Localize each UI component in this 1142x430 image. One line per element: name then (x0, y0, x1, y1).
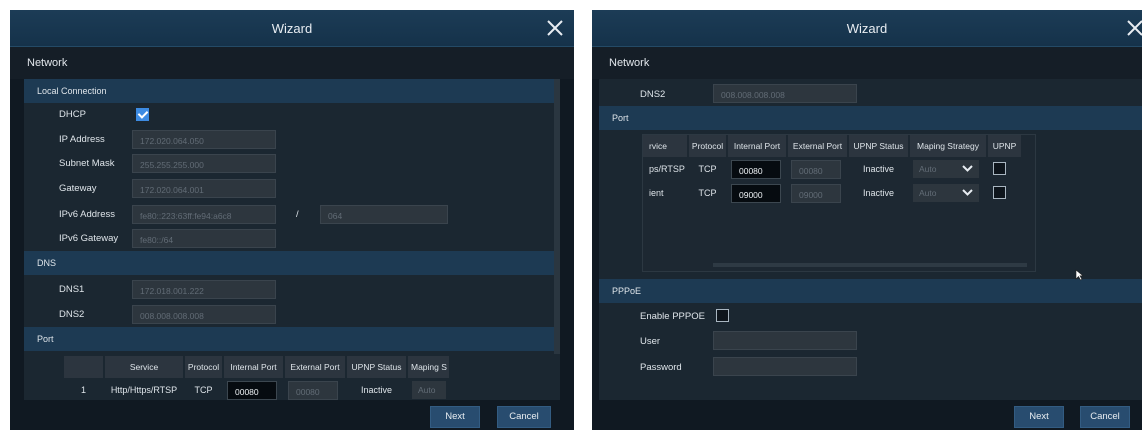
page-title: Network (609, 57, 650, 69)
section-title: Local Connection (37, 86, 107, 96)
user-label: User (640, 336, 661, 347)
subnet-mask-field[interactable]: 255.255.255.000 (132, 154, 276, 173)
mapping-strategy-select[interactable]: Auto (913, 160, 979, 178)
table-header-cell: UPNP (988, 135, 1021, 157)
ipv6-gateway-field[interactable]: fe80::/64 (132, 229, 276, 248)
section-title: DNS (37, 258, 57, 268)
table-header-cell: UPNP Status (849, 135, 908, 157)
table-cell-num: 1 (80, 385, 86, 395)
next-button[interactable]: Next (1014, 406, 1064, 428)
table-header-cell: Service (105, 356, 183, 378)
ip-address-field[interactable]: 172.020.064.050 (132, 130, 276, 149)
table-cell-protocol: TCP (698, 164, 717, 174)
scrollbar[interactable] (554, 79, 560, 354)
subnet-mask-label: Subnet Mask (59, 158, 115, 169)
dns2-label: DNS2 (640, 89, 666, 100)
mouse-pointer-icon (1075, 269, 1084, 281)
mapping-strategy-select[interactable]: Auto (913, 184, 979, 202)
chevron-down-icon (962, 165, 973, 172)
internal-port-field[interactable]: 00080 (731, 160, 781, 179)
dns2-field[interactable]: 008.008.008.008 (713, 84, 857, 103)
section-pppoe: PPPoE (599, 279, 1142, 303)
chevron-down-icon (962, 189, 973, 196)
gateway-label: Gateway (59, 183, 97, 194)
internal-port-field[interactable]: 00080 (227, 381, 277, 400)
table-header-cell: External Port (788, 135, 847, 157)
password-field[interactable] (713, 357, 857, 376)
dns2-label: DNS2 (59, 309, 85, 320)
network-settings-panel: Local Connection DHCP IP Address 172.020… (24, 79, 560, 430)
table-cell-status: Inactive (862, 164, 895, 174)
enable-pppoe-checkbox[interactable] (716, 309, 729, 322)
table-cell-status: Inactive (862, 188, 895, 198)
table-cell-status: Inactive (360, 385, 393, 395)
table-header-cell: Internal Port (224, 356, 283, 378)
dhcp-checkbox[interactable] (136, 108, 149, 121)
upnp-checkbox[interactable] (993, 162, 1006, 175)
port-table: rvice Protocol Internal Port External Po… (642, 134, 1036, 272)
internal-port-field[interactable]: 09000 (731, 184, 781, 203)
enable-pppoe-label: Enable PPPOE (640, 311, 705, 322)
external-port-field[interactable]: 00080 (288, 381, 338, 400)
table-header-cell: Maping S (408, 356, 449, 378)
upnp-checkbox[interactable] (993, 186, 1006, 199)
title-bar: Wizard (10, 10, 574, 47)
title-bar: Wizard (592, 10, 1142, 47)
page-header: Network (592, 47, 1142, 79)
prefix-separator: / (296, 209, 299, 220)
network-settings-panel: DNS2 008.008.008.008 Port rvice Protocol… (599, 79, 1142, 430)
table-cell-service: ps/RTSP (649, 164, 685, 174)
gateway-field[interactable]: 172.020.064.001 (132, 179, 276, 198)
section-dns: DNS (24, 251, 560, 275)
table-header-cell: rvice (643, 135, 687, 157)
mapping-strategy-select[interactable]: Auto (412, 381, 446, 399)
window-title: Wizard (846, 21, 888, 36)
close-icon[interactable] (1124, 17, 1142, 39)
section-title: Port (612, 113, 629, 123)
footer-bar (10, 400, 574, 430)
table-cell-service: Http/Https/RTSP (110, 385, 178, 395)
dhcp-label: DHCP (59, 109, 86, 120)
ipv6-address-field[interactable]: fe80::223:63ff:fe94:a6c8 (132, 205, 276, 224)
table-header-cell: Maping Strategy (910, 135, 986, 157)
external-port-field[interactable]: 09000 (791, 184, 841, 203)
next-button[interactable]: Next (430, 406, 480, 428)
dns2-field[interactable]: 008.008.008.008 (132, 305, 276, 324)
password-label: Password (640, 362, 682, 373)
section-title: Port (37, 334, 54, 344)
select-value: Auto (919, 164, 937, 174)
ipv6-gateway-label: IPv6 Gateway (59, 233, 119, 244)
cancel-button[interactable]: Cancel (497, 406, 551, 428)
table-header-cell: UPNP Status (347, 356, 406, 378)
section-port: Port (599, 106, 1142, 130)
close-icon[interactable] (544, 17, 566, 39)
table-cell-protocol: TCP (194, 385, 213, 395)
table-header-cell: Internal Port (728, 135, 786, 157)
table-header-cell: External Port (285, 356, 345, 378)
ipv6-prefix-field[interactable]: 064 (320, 205, 448, 224)
ipv6-address-label: IPv6 Address (59, 209, 115, 220)
section-local-connection: Local Connection (24, 79, 560, 103)
select-value: Auto (418, 385, 436, 395)
page-header: Network (10, 47, 574, 79)
section-port: Port (24, 327, 560, 351)
table-cell-service: ient (649, 188, 664, 198)
table-header-cell: Protocol (185, 356, 222, 378)
table-header-cell: Protocol (689, 135, 726, 157)
table-cell-protocol: TCP (698, 188, 717, 198)
table-header-cell (64, 356, 103, 378)
horizontal-scrollbar[interactable] (713, 263, 1027, 267)
window-title: Wizard (271, 21, 313, 36)
external-port-field[interactable]: 00080 (791, 160, 841, 179)
page-title: Network (27, 57, 68, 69)
ip-address-label: IP Address (59, 134, 105, 145)
dns1-label: DNS1 (59, 284, 85, 295)
dns1-field[interactable]: 172.018.001.222 (132, 280, 276, 299)
select-value: Auto (919, 188, 937, 198)
cancel-button[interactable]: Cancel (1080, 406, 1130, 428)
section-title: PPPoE (612, 286, 642, 296)
user-field[interactable] (713, 331, 857, 350)
wizard-window-right: Wizard Network DNS2 008.008.008.008 Port… (592, 10, 1142, 430)
wizard-window-left: Wizard Network Local Connection DHCP IP … (10, 10, 574, 430)
